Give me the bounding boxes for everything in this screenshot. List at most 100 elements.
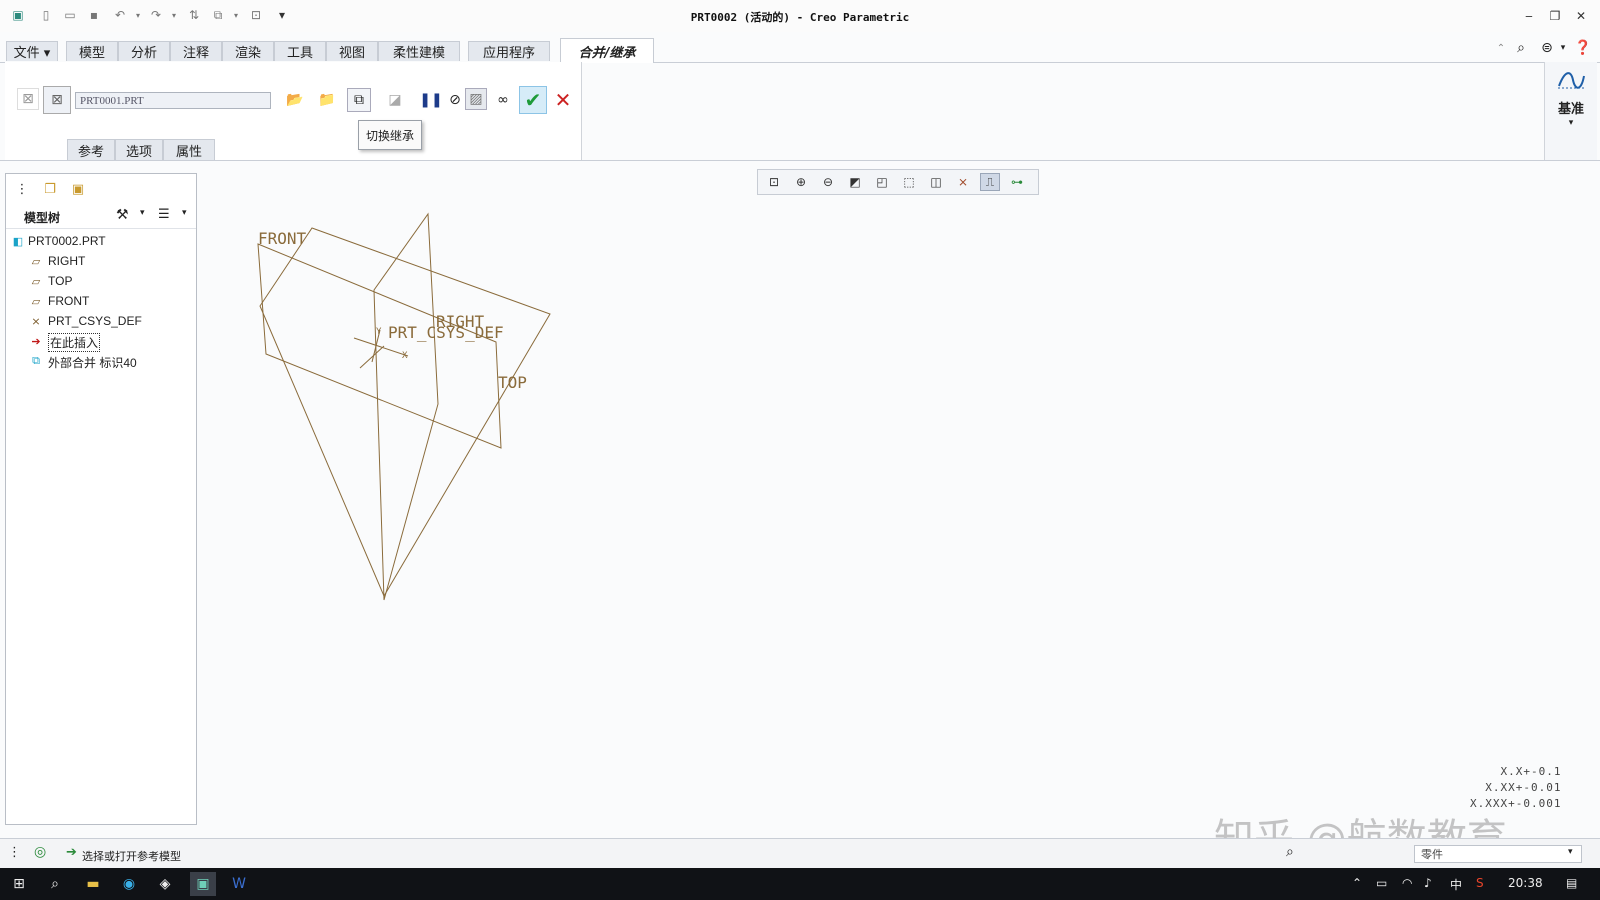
tree-item-front[interactable]: ▱ FRONT	[6, 291, 196, 311]
chevron-up-icon[interactable]: ⌃	[1352, 876, 1362, 890]
show-tree-icon[interactable]: ⋮	[8, 845, 21, 860]
tree-item-right[interactable]: ▱ RIGHT	[6, 251, 196, 271]
start-icon[interactable]: ⊞	[6, 872, 32, 896]
annotation-display-icon[interactable]: ⎍	[980, 173, 1000, 191]
select-model-icon[interactable]: ⊠	[43, 86, 71, 114]
reference-model-field[interactable]: PRT0001.PRT	[75, 92, 271, 109]
ime-indicator[interactable]: 中	[1450, 876, 1462, 893]
tree-settings-icon[interactable]: ⚒	[116, 207, 129, 223]
open-placement-icon[interactable]: 📁	[315, 88, 339, 112]
tree-item-csys[interactable]: ⨯ PRT_CSYS_DEF	[6, 311, 196, 331]
notification-icon[interactable]: ▤	[1566, 876, 1577, 890]
ribbon-divider	[0, 160, 1600, 161]
tab-analysis[interactable]: 分析	[118, 41, 170, 61]
preview-icon[interactable]: ▨	[465, 88, 487, 110]
insert-arrow-icon: ➔	[31, 335, 41, 348]
collapse-ribbon-icon[interactable]: ⌃	[1492, 38, 1510, 58]
merge-feature-icon: ⧉	[32, 354, 40, 367]
selection-filter[interactable]: 零件	[1414, 845, 1582, 863]
merge-dashboard: ⊠ ⊠ PRT0001.PRT 📂 📁 ⧉ ◪ ❚❚ ⊘ ▨ ∞ ✔ ✕ 参考 …	[5, 62, 582, 161]
tab-file[interactable]: 文件 ▾	[6, 41, 58, 61]
subtab-properties[interactable]: 属性	[163, 139, 215, 161]
dependency-icon[interactable]: ◪	[383, 88, 407, 112]
zoom-in-icon[interactable]: ⊕	[791, 173, 811, 191]
right-datum-plane[interactable]	[373, 212, 439, 601]
sogou-icon[interactable]: S	[1476, 876, 1484, 890]
open-folder-icon[interactable]: 📂	[283, 88, 307, 112]
repaint-icon[interactable]: ◩	[845, 173, 865, 191]
datum-plane-icon: ▱	[31, 295, 41, 308]
ok-button[interactable]: ✔	[519, 86, 547, 114]
app-icon[interactable]: ◈	[152, 872, 178, 896]
subtab-options[interactable]: 选项	[115, 139, 163, 161]
chevron-down-icon[interactable]: ▾	[1568, 847, 1573, 857]
find-icon[interactable]: ⌕	[1286, 844, 1294, 860]
front-plane-label: FRONT	[258, 229, 307, 248]
tab-applications[interactable]: 应用程序	[468, 41, 550, 61]
display-style-icon[interactable]: ◰	[872, 173, 892, 191]
tab-view[interactable]: 视图	[326, 41, 378, 61]
verify-glasses-icon[interactable]: ∞	[491, 88, 515, 112]
browser-toggle-icon[interactable]: ◎	[34, 844, 46, 860]
close-button[interactable]: ✕	[1570, 6, 1592, 26]
file-explorer-icon[interactable]: ▬	[80, 872, 106, 896]
chevron-down-icon[interactable]: ▾	[140, 208, 145, 218]
reference-type-icon[interactable]: ⊠	[17, 88, 39, 110]
tree-item-top[interactable]: ▱ TOP	[6, 271, 196, 291]
no-preview-icon[interactable]: ⊘	[443, 88, 467, 112]
edge-icon[interactable]: ◉	[116, 872, 142, 896]
model-tree-panel: ⋮ ❐ ▣ 模型树 ⚒ ▾ ☰ ▾ ◧ PRT0002.PRT ▱ RIGHT …	[5, 173, 197, 825]
tab-annotate[interactable]: 注释	[170, 41, 222, 61]
datum-planes-view: FRONT RIGHT PRT_CSYS_DEF TOP Y X	[257, 212, 551, 601]
zoom-out-icon[interactable]: ⊖	[818, 173, 838, 191]
search-icon[interactable]: ⌕	[42, 872, 68, 896]
tab-tools[interactable]: 工具	[274, 41, 326, 61]
toggle-inheritance-icon[interactable]: ⧉	[347, 88, 371, 112]
datum-plane-icon: ▱	[31, 255, 41, 268]
graphics-area[interactable]: FRONT RIGHT PRT_CSYS_DEF TOP Y X	[198, 196, 1596, 826]
view-manager-icon[interactable]: ◫	[926, 173, 946, 191]
favorites-tab-icon[interactable]: ▣	[66, 178, 90, 200]
word-icon[interactable]: W	[226, 872, 252, 896]
saved-orientations-icon[interactable]: ⬚	[899, 173, 919, 191]
chevron-down-icon[interactable]: ▾	[1554, 38, 1572, 58]
csys-icon: ⨯	[31, 315, 41, 328]
tree-item-label: 在此插入	[48, 333, 101, 352]
restore-button[interactable]: ❐	[1544, 6, 1566, 26]
minimize-button[interactable]: ‒	[1518, 6, 1540, 26]
tree-item-label: PRT_CSYS_DEF	[48, 314, 142, 328]
tab-model[interactable]: 模型	[66, 41, 118, 61]
chevron-down-icon[interactable]: ▾	[182, 208, 187, 218]
ribbon-tab-bar: 文件 ▾ 模型 分析 注释 渲染 工具 视图 柔性建模 应用程序 合并/继承 ⌃…	[0, 38, 1600, 63]
tolerance-line: X.X+-0.1	[1500, 765, 1562, 778]
help-icon[interactable]: ❓	[1574, 38, 1592, 58]
model-tree-tab-icon[interactable]: ⋮	[10, 178, 34, 200]
tab-merge-inheritance[interactable]: 合并/继承	[560, 38, 654, 63]
tab-flexible-modeling[interactable]: 柔性建模	[378, 41, 460, 61]
spin-center-icon[interactable]: ⊶	[1007, 173, 1027, 191]
tree-item-label: TOP	[48, 274, 73, 288]
tab-render[interactable]: 渲染	[222, 41, 274, 61]
datum-group[interactable]: 基准 ▾	[1544, 62, 1597, 160]
top-datum-plane[interactable]	[259, 227, 551, 598]
tree-item-external-merge[interactable]: ⧉ 外部合并 标识40	[6, 351, 196, 371]
tree-item-part[interactable]: ◧ PRT0002.PRT	[6, 231, 196, 251]
tree-item-label: PRT0002.PRT	[28, 234, 106, 248]
chevron-down-icon[interactable]: ▾	[1545, 118, 1597, 128]
tree-item-insert-here[interactable]: ➔ 在此插入	[6, 331, 196, 352]
refit-icon[interactable]: ⊡	[764, 173, 784, 191]
subtab-references[interactable]: 参考	[67, 139, 115, 161]
csys-label: PRT_CSYS_DEF	[388, 323, 504, 342]
layer-tree-tab-icon[interactable]: ❐	[38, 178, 62, 200]
windows-taskbar: ⊞ ⌕ ▬ ◉ ◈ ▣ W ⌃ ▭ ◠ ♪ 中 S 20:38 ▤	[0, 868, 1600, 900]
csys-z-axis	[359, 345, 385, 369]
cancel-button[interactable]: ✕	[551, 88, 575, 112]
clock[interactable]: 20:38	[1508, 876, 1543, 890]
creo-taskbar-icon[interactable]: ▣	[190, 872, 216, 896]
datum-display-icon[interactable]: ⨯	[953, 173, 973, 191]
status-bar: ⋮ ◎ ➔ 选择或打开参考模型 ⌕ 零件 ▾	[0, 838, 1600, 869]
pause-icon[interactable]: ❚❚	[419, 88, 443, 112]
volume-icon[interactable]: ♪	[1424, 876, 1432, 890]
search-icon[interactable]: ⌕	[1512, 38, 1530, 58]
tree-columns-icon[interactable]: ☰	[158, 207, 170, 222]
